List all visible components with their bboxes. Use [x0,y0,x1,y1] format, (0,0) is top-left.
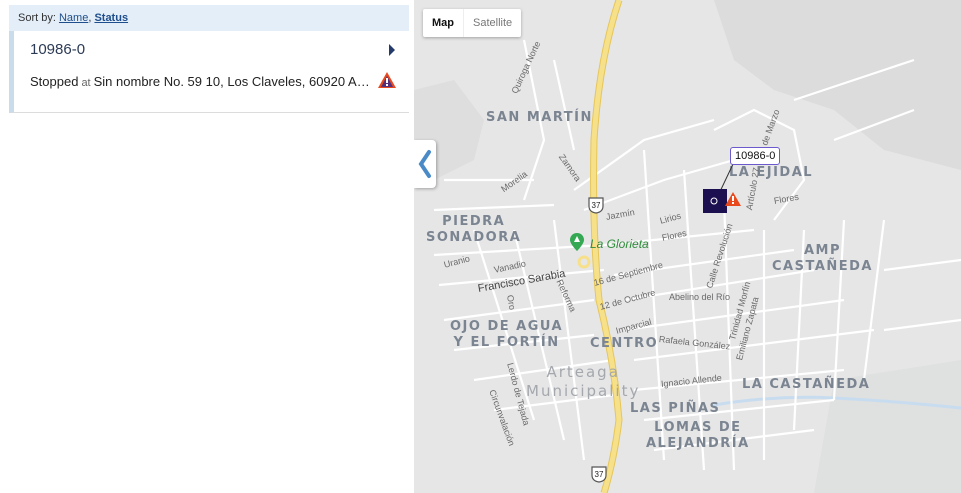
status-at: at [81,77,91,89]
alert-warning-icon [378,72,396,88]
unit-id: 10986-0 [30,41,86,58]
label-la-castaneda: LA CASTAÑEDA [742,377,871,392]
label-lomas-de-alejandria: LOMAS DE ALEJANDRÍA [646,420,750,451]
label-las-pinas: LAS PIÑAS [630,401,721,416]
sort-by-status-link[interactable]: Status [94,12,128,24]
map-type-map-button[interactable]: Map [423,9,463,37]
vehicle-alert-icon [725,192,741,206]
route-shield-icon: 37 [587,196,605,214]
route-shield-icon: 37 [590,465,608,483]
unit-status-line: Stopped at Sin nombre No. 59 10, Los Clave… [30,74,374,89]
vehicle-marker-label[interactable]: 10986-0 [730,147,781,165]
unit-address: Sin nombre No. 59 10, Los Claveles, 6092… [93,74,374,89]
street-label: Abelino del Río [669,292,731,302]
chevron-left-icon [418,150,431,178]
expand-caret-icon[interactable] [389,44,395,56]
label-municipality: Arteaga Municipality [526,363,641,400]
label-piedra-sonadora: PIEDRA SONADORA [426,214,522,245]
label-san-martin: SAN MARTÍN [486,110,593,125]
map-view[interactable]: Map Satellite SAN MARTÍN LA EJIDAL PIEDR… [414,0,961,493]
svg-text:37: 37 [595,470,604,479]
park-pin-icon [570,233,584,251]
collapse-panel-button[interactable] [414,140,436,188]
svg-text:37: 37 [592,201,601,210]
sort-bar: Sort by: Name, Status [9,5,409,31]
unit-card[interactable]: 10986-0 Stopped at Sin nombre No. 59 10, L… [9,31,409,113]
label-ojo-de-agua: OJO DE AGUA Y EL FORTÍN [450,319,564,350]
poi-la-glorieta[interactable]: La Glorieta [590,237,649,251]
unit-status: Stopped [30,74,79,89]
label-amp-castaneda: AMP CASTAÑEDA [772,243,873,274]
unit-list-panel: Sort by: Name, Status 10986-0 Stopped at S… [0,0,410,493]
sort-prefix: Sort by: [18,12,56,24]
label-centro: CENTRO [590,336,659,351]
sort-by-name-link[interactable]: Name [59,12,88,24]
map-type-control: Map Satellite [423,9,522,37]
sort-separator: , [88,12,92,24]
map-type-satellite-button[interactable]: Satellite [463,9,521,37]
